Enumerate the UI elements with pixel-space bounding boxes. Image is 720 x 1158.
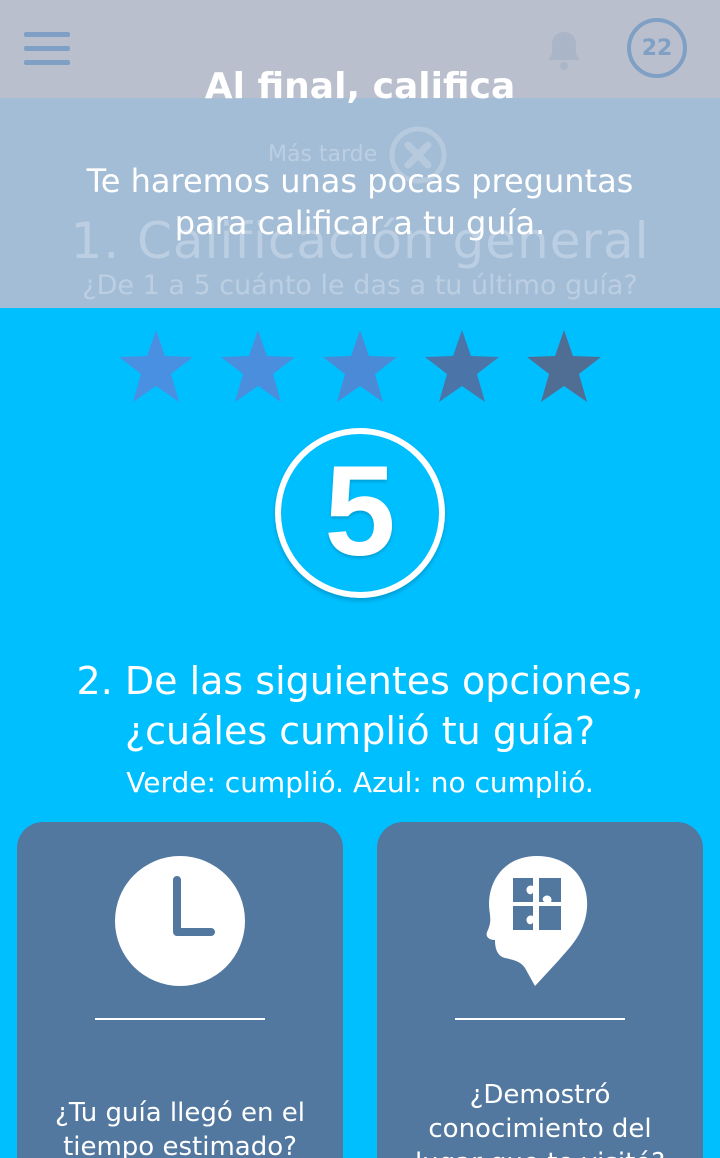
star-icon-5[interactable] [527, 330, 601, 402]
option-card-arrival-time[interactable]: ¿Tu guía llegó en el tiempo estimado? [17, 822, 343, 1158]
star-icon-1[interactable] [119, 330, 193, 402]
score-value: 5 [324, 440, 396, 583]
hamburger-menu-icon[interactable] [24, 32, 70, 66]
tutorial-text: Te haremos unas pocas preguntas para cal… [86, 162, 634, 242]
star-icon-3[interactable] [323, 330, 397, 402]
star-icon-4[interactable] [425, 330, 499, 402]
section2-subtitle: Verde: cumplió. Azul: no cumplió. [126, 766, 594, 799]
section1-question: ¿De 1 a 5 cuánto le das a tu último guía… [82, 270, 638, 301]
head-puzzle-icon [486, 856, 588, 986]
score-circle: 5 [275, 428, 445, 598]
card-divider [455, 1018, 625, 1020]
card-divider [95, 1018, 265, 1020]
option-card-knowledge[interactable]: ¿Demostró conocimiento del lugar que te … [377, 822, 703, 1158]
star-icon-2[interactable] [221, 330, 295, 402]
section2-title: 2. De las siguientes opciones, ¿cuáles c… [76, 659, 644, 753]
clock-icon [115, 856, 245, 986]
option-label: ¿Demostró conocimiento del lugar que te … [415, 1080, 665, 1158]
tutorial-title: Al final, califica [204, 66, 516, 107]
option-label: ¿Tu guía llegó en el tiempo estimado? [55, 1098, 305, 1158]
star-rating [0, 330, 720, 404]
